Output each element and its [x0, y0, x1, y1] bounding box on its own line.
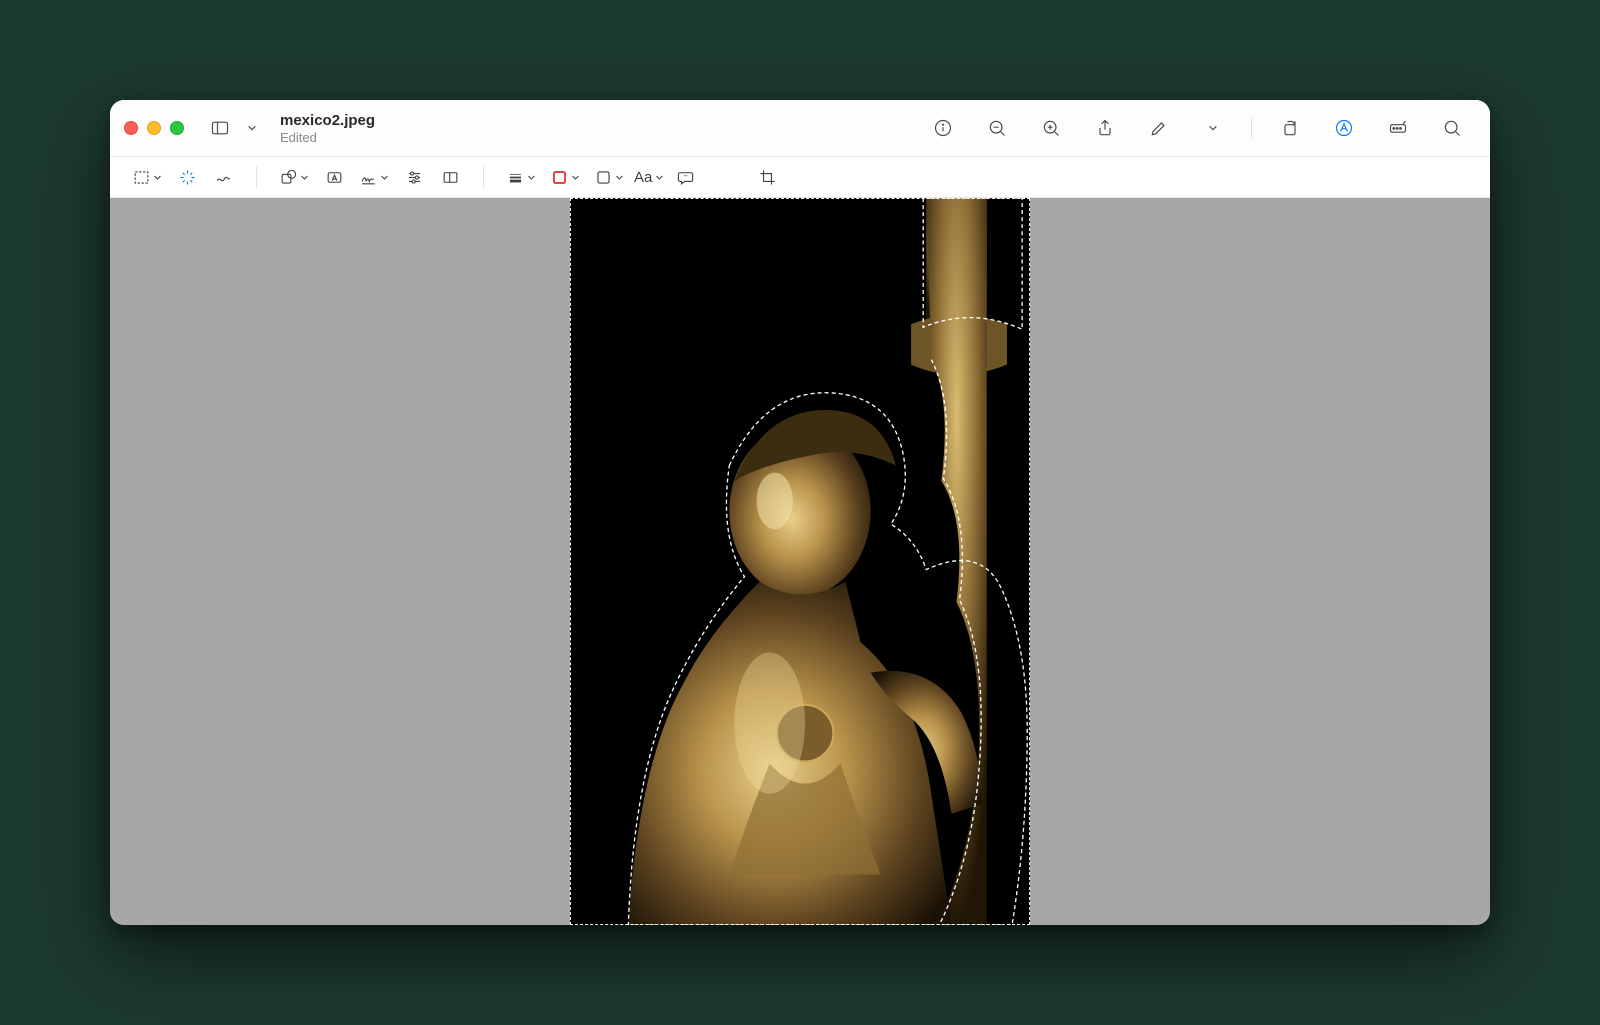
selection-rect-icon: [132, 168, 151, 187]
window-controls: [124, 121, 184, 135]
zoom-out-icon: [987, 118, 1007, 138]
rotate-button[interactable]: [1274, 114, 1306, 142]
crop-tool[interactable]: [752, 163, 782, 191]
search-icon: [1442, 118, 1462, 138]
text-box-icon: [325, 168, 344, 187]
border-color-icon: [550, 168, 569, 187]
sidebar-icon: [210, 118, 230, 138]
chevron-down-icon: [571, 173, 580, 182]
zoom-out-button[interactable]: [981, 114, 1013, 142]
image-content: [570, 198, 1030, 925]
chevron-down-icon: [1208, 123, 1218, 133]
speech-bubble-icon: “”: [676, 168, 695, 187]
sidebar-menu-chevron[interactable]: [236, 114, 268, 142]
fill-color-tool[interactable]: [590, 163, 628, 191]
svg-text:“”: “”: [684, 175, 688, 181]
document-title[interactable]: mexico2.jpeg: [280, 112, 375, 129]
sign-tool[interactable]: [355, 163, 393, 191]
sidebar-toggle-button[interactable]: [204, 114, 236, 142]
chevron-down-icon: [380, 173, 389, 182]
line-weight-icon: [506, 168, 525, 187]
selection-tool[interactable]: [128, 163, 166, 191]
resize-icon: [441, 168, 460, 187]
crop-icon: [758, 168, 777, 187]
signature-icon: [359, 168, 378, 187]
separator: [1251, 117, 1252, 139]
fill-color-icon: [594, 168, 613, 187]
chevron-down-icon: [247, 123, 257, 133]
highlight-button[interactable]: [1143, 114, 1175, 142]
fullscreen-window-button[interactable]: [170, 121, 184, 135]
image-canvas[interactable]: [570, 198, 1030, 925]
separator: [483, 166, 484, 188]
zoom-in-button[interactable]: [1035, 114, 1067, 142]
line-style-tool[interactable]: [502, 163, 540, 191]
adjust-color-tool[interactable]: [399, 163, 429, 191]
close-window-button[interactable]: [124, 121, 138, 135]
markup-toolbar: Aa “”: [110, 156, 1490, 198]
sliders-icon: [405, 168, 424, 187]
chevron-down-icon: [615, 173, 624, 182]
shapes-tool[interactable]: [275, 163, 313, 191]
font-label: Aa: [634, 169, 652, 186]
preview-window: mexico2.jpeg Edited: [110, 100, 1490, 925]
magic-wand-icon: [178, 168, 197, 187]
share-icon: [1095, 118, 1115, 138]
separator: [256, 166, 257, 188]
font-style-tool[interactable]: Aa: [634, 169, 664, 186]
inspector-button[interactable]: [927, 114, 959, 142]
sketch-tool[interactable]: [208, 163, 238, 191]
share-button[interactable]: [1089, 114, 1121, 142]
adjust-size-tool[interactable]: [435, 163, 465, 191]
markup-icon: [1334, 118, 1354, 138]
title-block: mexico2.jpeg Edited: [280, 112, 375, 145]
minimize-window-button[interactable]: [147, 121, 161, 135]
sketch-icon: [214, 168, 233, 187]
form-fill-button[interactable]: [1382, 114, 1414, 142]
chevron-down-icon: [655, 173, 664, 182]
highlighter-icon: [1149, 118, 1169, 138]
search-button[interactable]: [1436, 114, 1468, 142]
border-color-tool[interactable]: [546, 163, 584, 191]
markup-toggle-button[interactable]: [1328, 114, 1360, 142]
chevron-down-icon: [527, 173, 536, 182]
redact-icon: [1388, 118, 1408, 138]
info-icon: [933, 118, 953, 138]
document-status: Edited: [280, 130, 375, 145]
chevron-down-icon: [300, 173, 309, 182]
note-tool[interactable]: “”: [670, 163, 700, 191]
titlebar: mexico2.jpeg Edited: [110, 100, 1490, 156]
instant-alpha-tool[interactable]: [172, 163, 202, 191]
highlight-menu-chevron[interactable]: [1197, 114, 1229, 142]
zoom-in-icon: [1041, 118, 1061, 138]
canvas-area[interactable]: [110, 198, 1490, 925]
shapes-icon: [279, 168, 298, 187]
chevron-down-icon: [153, 173, 162, 182]
titlebar-actions: [927, 114, 1468, 142]
rotate-icon: [1280, 118, 1300, 138]
text-tool[interactable]: [319, 163, 349, 191]
